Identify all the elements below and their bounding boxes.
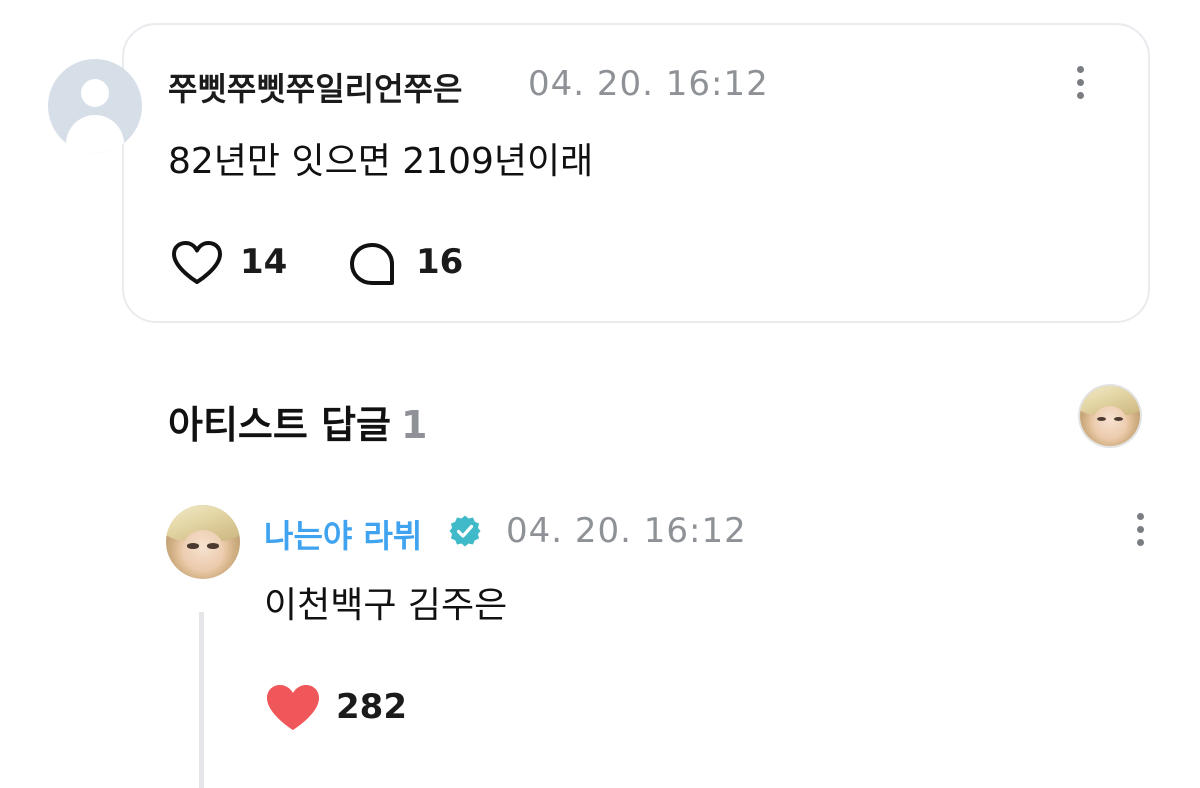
default-user-avatar-icon[interactable] [48,59,142,153]
thread-line [199,612,204,788]
comment-timestamp: 04. 20. 16:12 [528,64,769,104]
comment-body: 82년만 잇으면 2109년이래 [168,141,594,182]
more-vertical-icon[interactable] [1124,513,1156,551]
more-vertical-icon[interactable] [1064,66,1096,104]
artist-replies-title: 아티스트 답글 [168,403,391,447]
verified-badge-icon [449,515,481,547]
comment-reply-count: 16 [416,242,464,282]
artist-replies-count: 1 [401,403,428,447]
comment-like-count: 14 [240,242,288,282]
artist-avatar-small[interactable] [1080,386,1140,446]
comment-username[interactable]: 쭈삣쭈삣쭈일리언쭈은 [168,64,462,110]
artist-reply-body: 이천백구 김주은 [264,585,508,626]
artist-replies-heading: 아티스트 답글 1 [168,394,427,449]
artist-name[interactable]: 나는야 라뷔 [264,511,422,557]
artist-reply-like-count: 282 [336,687,407,727]
artist-reply-timestamp: 04. 20. 16:12 [506,511,747,551]
heart-filled-icon[interactable] [265,683,321,733]
heart-outline-icon[interactable] [170,240,224,286]
artist-avatar[interactable] [166,505,240,579]
comment-thread-page: 쭈삣쭈삣쭈일리언쭈은 04. 20. 16:12 82년만 잇으면 2109년이… [0,0,1200,788]
speech-bubble-icon[interactable] [348,241,396,287]
